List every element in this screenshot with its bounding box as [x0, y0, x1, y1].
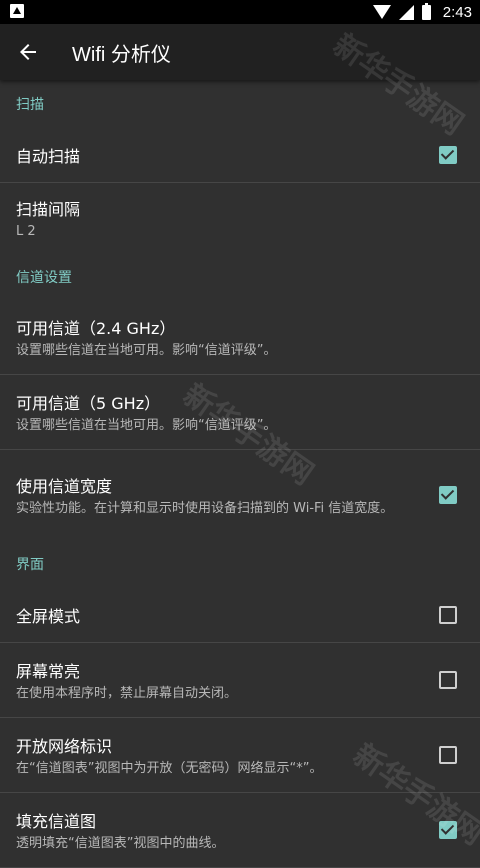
back-button[interactable]	[0, 24, 56, 80]
section-header-scan: 扫描	[16, 96, 44, 113]
setting-title: 填充信道图	[16, 812, 97, 831]
auto-scan-checkbox[interactable]	[439, 145, 457, 164]
status-time: 2:43	[442, 3, 472, 21]
setting-summary: 在“信道图表”视图中为开放（无密码）网络显示“*”。	[16, 761, 323, 776]
setting-title: 自动扫描	[16, 146, 81, 166]
status-icons: 2:43	[372, 0, 472, 24]
setting-title: 扫描间隔	[16, 200, 81, 219]
channel-width-checkbox[interactable]	[439, 486, 457, 504]
setting-fullscreen[interactable]: 全屏模式	[0, 587, 480, 643]
setting-summary: 透明填充“信道图表”视图中的曲线。	[16, 836, 225, 851]
setting-channels-24ghz[interactable]: 可用信道（2.4 GHz） 设置哪些信道在当地可用。影响“信道评级”。	[0, 300, 480, 375]
setting-open-network-mark[interactable]: 开放网络标识 在“信道图表”视图中为开放（无密码）网络显示“*”。	[0, 718, 480, 793]
setting-title: 可用信道（2.4 GHz）	[16, 319, 176, 338]
setting-summary: 实验性功能。在计算和显示时使用设备扫描到的 Wi-Fi 信道宽度。	[16, 501, 394, 516]
setting-scan-interval[interactable]: 扫描间隔 L 2	[0, 183, 480, 253]
fill-graph-checkbox[interactable]	[439, 821, 457, 839]
notification-icon	[10, 4, 24, 18]
setting-title: 屏幕常亮	[16, 662, 81, 681]
settings-list: 扫描 自动扫描 扫描间隔 L 2 信道设置 可用信道（2.4 GHz） 设置哪些…	[0, 80, 480, 868]
setting-screen-on[interactable]: 屏幕常亮 在使用本程序时，禁止屏幕自动关闭。	[0, 643, 480, 718]
setting-value: L 2	[16, 224, 36, 239]
setting-summary: 设置哪些信道在当地可用。影响“信道评级”。	[16, 418, 277, 433]
section-header-ui: 界面	[16, 556, 44, 573]
fullscreen-checkbox[interactable]	[439, 605, 457, 624]
arrow-back-icon	[20, 44, 36, 60]
wifi-signal-icon	[372, 5, 391, 19]
app-bar: Wifi 分析仪	[0, 24, 480, 80]
status-bar: 2:43	[0, 0, 480, 24]
setting-title: 使用信道宽度	[16, 477, 113, 496]
setting-channel-width[interactable]: 使用信道宽度 实验性功能。在计算和显示时使用设备扫描到的 Wi-Fi 信道宽度。	[0, 450, 480, 540]
section-header-channel: 信道设置	[16, 269, 72, 286]
setting-summary: 设置哪些信道在当地可用。影响“信道评级”。	[16, 343, 277, 358]
setting-title: 开放网络标识	[16, 737, 113, 756]
cell-signal-icon	[398, 4, 414, 20]
screen-on-checkbox[interactable]	[439, 671, 457, 689]
setting-fill-graph[interactable]: 填充信道图 透明填充“信道图表”视图中的曲线。	[0, 793, 480, 868]
open-network-checkbox[interactable]	[439, 746, 457, 764]
setting-channels-5ghz[interactable]: 可用信道（5 GHz） 设置哪些信道在当地可用。影响“信道评级”。	[0, 375, 480, 450]
setting-title: 可用信道（5 GHz）	[16, 394, 161, 413]
page-title: Wifi 分析仪	[72, 43, 171, 66]
battery-icon	[421, 2, 431, 20]
setting-auto-scan[interactable]: 自动扫描	[0, 127, 480, 183]
setting-summary: 在使用本程序时，禁止屏幕自动关闭。	[16, 686, 238, 701]
setting-title: 全屏模式	[16, 606, 81, 626]
